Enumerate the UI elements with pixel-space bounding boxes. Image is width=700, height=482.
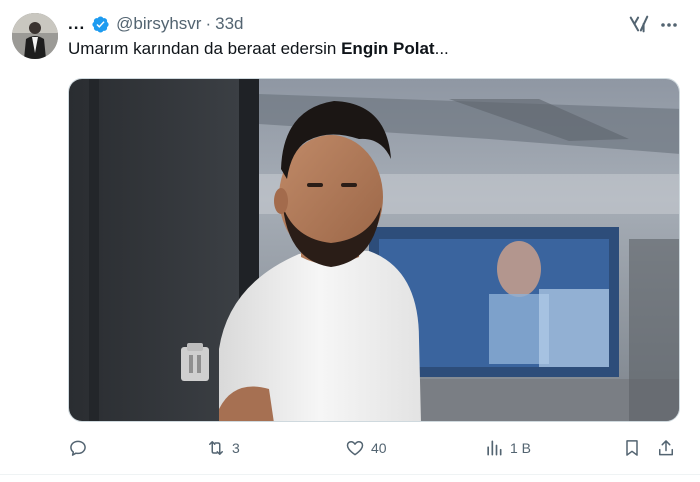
tweet-photo[interactable]	[68, 78, 680, 422]
tweet[interactable]: ... @birsyhsvr · 33d Umarım karından da …	[0, 0, 700, 482]
retweet-icon	[209, 441, 223, 455]
verified-badge-icon	[92, 16, 109, 32]
separator-dot: ·	[205, 14, 212, 33]
grok-icon[interactable]	[628, 13, 650, 35]
photo-man-white-tshirt	[69, 79, 679, 421]
heart-icon	[346, 441, 364, 456]
bookmark-icon	[626, 440, 638, 456]
more-icon[interactable]	[659, 15, 679, 35]
reply-icon	[70, 440, 86, 456]
avatar[interactable]	[12, 13, 58, 59]
reply-button[interactable]	[68, 436, 94, 460]
views-button[interactable]: 1 B	[484, 436, 531, 460]
timestamp[interactable]: 33d	[215, 14, 243, 34]
share-button[interactable]	[656, 436, 676, 460]
display-name[interactable]: ...	[68, 14, 85, 34]
like-button[interactable]: 40	[345, 436, 387, 460]
views-count: 1 B	[510, 440, 532, 456]
avatar-image	[12, 13, 58, 59]
tweet-text-plain: Umarım karından da beraat edersin	[68, 39, 342, 58]
retweet-button[interactable]: 3	[206, 436, 240, 460]
retweet-count: 3	[232, 440, 240, 456]
like-count: 40	[371, 440, 387, 456]
tweet-text-mention: Engin Polat	[341, 39, 435, 58]
handle[interactable]: @birsyhsvr	[116, 14, 201, 34]
action-bar: 3 40 1 B	[68, 436, 680, 460]
views-icon	[487, 440, 502, 456]
tweet-text: Umarım karından da beraat edersin Engin …	[68, 38, 449, 60]
tweet-header: ... @birsyhsvr · 33d	[68, 13, 243, 35]
share-icon	[659, 440, 673, 456]
tweet-divider	[0, 474, 700, 475]
bookmark-button[interactable]	[622, 436, 642, 460]
tweet-text-tail: ...	[434, 39, 449, 58]
